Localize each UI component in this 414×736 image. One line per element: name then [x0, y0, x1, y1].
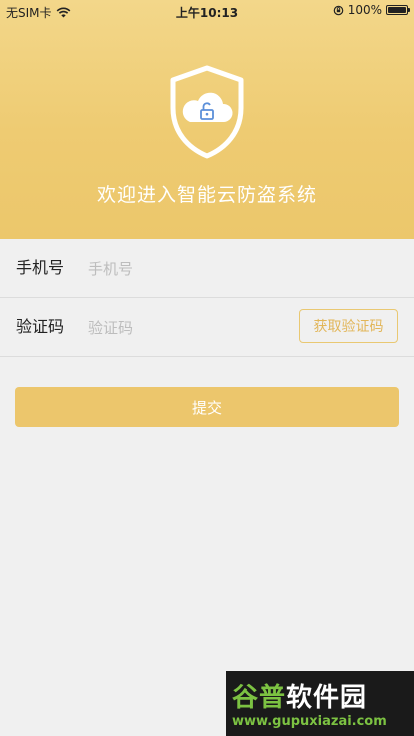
status-right: 100% — [333, 3, 410, 17]
header-banner: 无SIM卡 上午10:13 100% 欢迎进入智能云防盗系统 — [0, 0, 414, 239]
shield-cloud-lock-icon — [170, 65, 244, 159]
watermark-part2: 软件园 — [286, 683, 368, 713]
battery-icon — [386, 5, 410, 15]
battery-percent: 100% — [347, 3, 382, 17]
code-row: 验证码 获取验证码 — [0, 298, 414, 357]
watermark-logo: 谷普软件园 www.gupuxiazai.com — [226, 671, 414, 736]
rotation-lock-icon — [333, 5, 343, 15]
get-code-button[interactable]: 获取验证码 — [299, 309, 398, 343]
code-input[interactable] — [86, 312, 270, 344]
watermark-url: www.gupuxiazai.com — [232, 714, 387, 729]
welcome-title: 欢迎进入智能云防盗系统 — [96, 184, 317, 206]
phone-label: 手机号 — [16, 258, 65, 277]
status-bar: 无SIM卡 上午10:13 100% — [0, 0, 414, 22]
login-form: 手机号 验证码 获取验证码 — [0, 239, 414, 357]
phone-row: 手机号 — [0, 239, 414, 298]
phone-input[interactable] — [86, 253, 290, 285]
watermark-title: 谷普软件园 — [232, 677, 367, 714]
code-label: 验证码 — [16, 317, 65, 336]
watermark-part1: 谷普 — [232, 683, 287, 713]
submit-button[interactable]: 提交 — [15, 387, 399, 427]
